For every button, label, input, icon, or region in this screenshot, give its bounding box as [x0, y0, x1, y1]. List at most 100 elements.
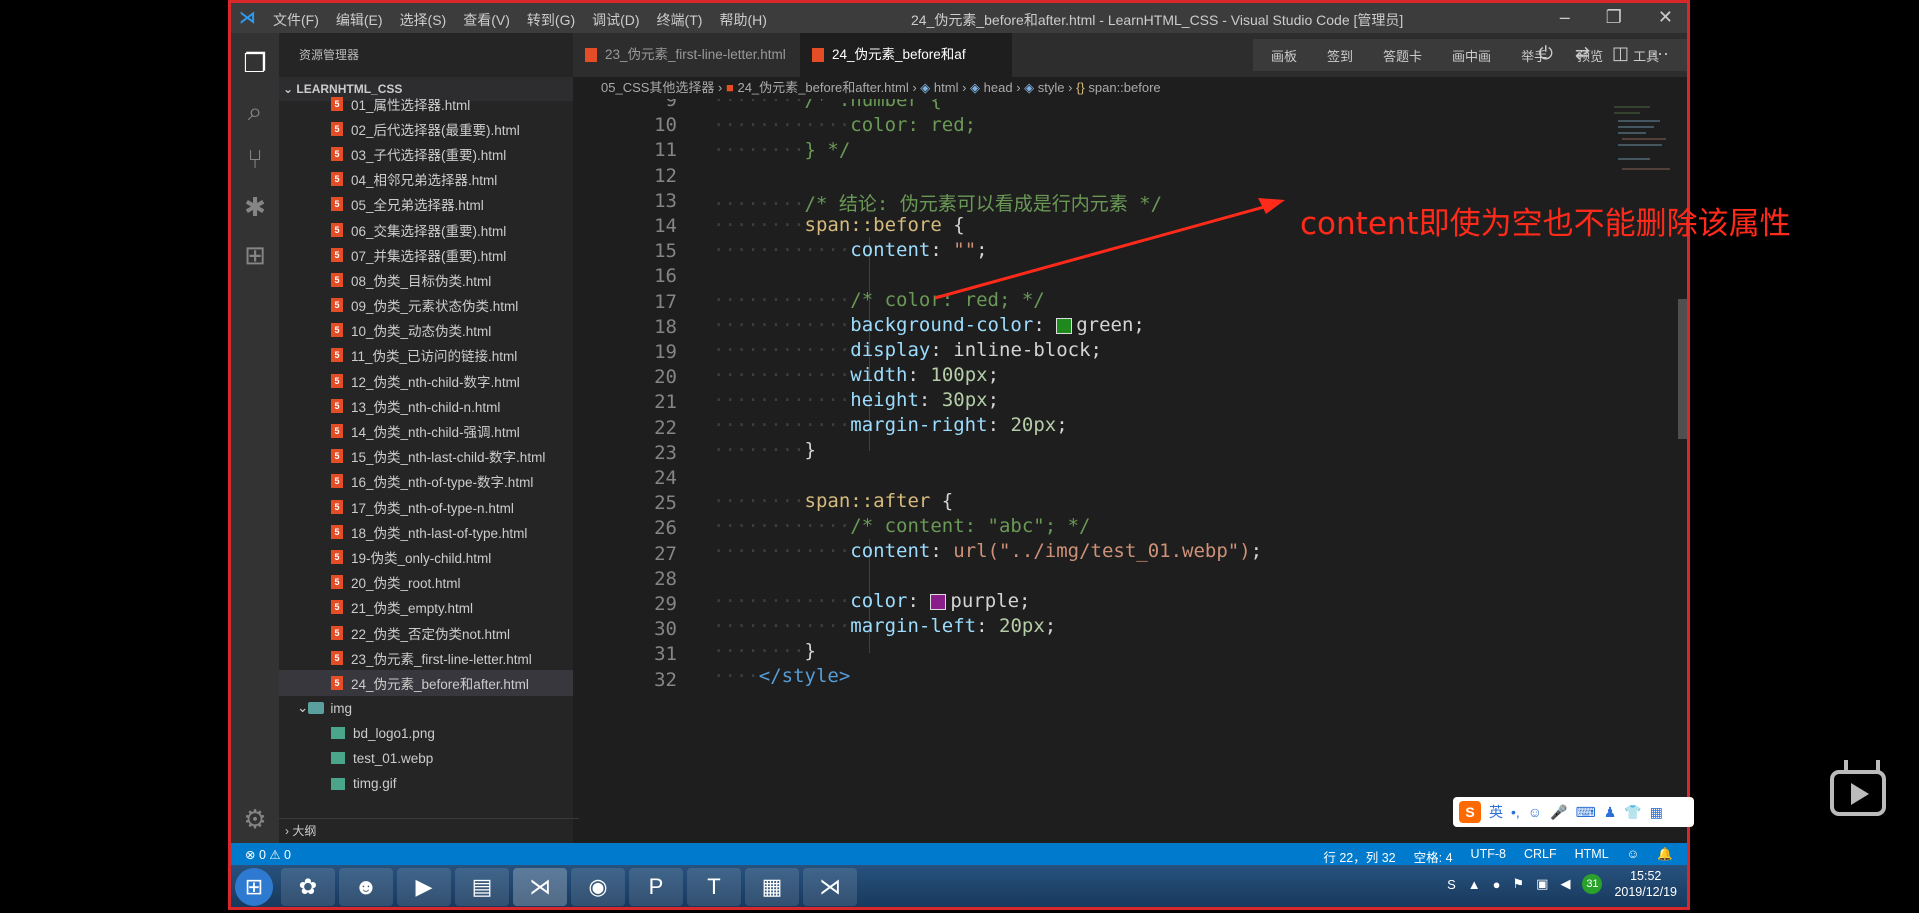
ime-shirt-icon[interactable]: 👕 [1624, 804, 1641, 821]
feedback-icon[interactable]: ☺ [1627, 847, 1640, 866]
minimize-icon[interactable]: – [1560, 7, 1570, 28]
crumb-rule[interactable]: span::before [1088, 80, 1160, 95]
language-mode[interactable]: HTML [1575, 847, 1609, 866]
file-item[interactable]: 5 08_伪类_目标伪类.html [279, 267, 573, 292]
encoding[interactable]: UTF-8 [1471, 847, 1506, 866]
taskbar-vscode2-icon[interactable]: ⋊ [803, 868, 857, 906]
more-actions-icon[interactable]: ··· [1651, 43, 1669, 64]
menu-view[interactable]: 查看(V) [463, 10, 510, 30]
taskbar-typora-icon[interactable]: T [687, 868, 741, 906]
file-item[interactable]: 5 05_全兄弟选择器.html [279, 192, 573, 217]
taskbar-folder-icon[interactable]: ▤ [455, 868, 509, 906]
taskbar-media-icon[interactable]: ▶ [397, 868, 451, 906]
tab-24-before-after[interactable]: 24_伪元素_before和af [800, 33, 1012, 77]
outline-section[interactable]: › 大纲 [279, 818, 579, 843]
tray-badge[interactable]: 31 [1582, 874, 1603, 894]
file-item[interactable]: 5 03_子代选择器(重要).html [279, 141, 573, 166]
video-player-icon[interactable] [1830, 770, 1886, 816]
file-item[interactable]: 5 18_伪类_nth-last-of-type.html [279, 519, 573, 544]
toolbar-whiteboard[interactable]: 画板 [1271, 46, 1297, 65]
image-file-item[interactable]: bd_logo1.png [279, 721, 573, 746]
taskbar-powerpoint-icon[interactable]: P [629, 868, 683, 906]
file-item[interactable]: 5 04_相邻兄弟选择器.html [279, 167, 573, 192]
menu-go[interactable]: 转到(G) [527, 10, 575, 30]
file-item[interactable]: 5 12_伪类_nth-child-数字.html [279, 368, 573, 393]
file-item[interactable]: 5 02_后代选择器(最重要).html [279, 116, 573, 141]
file-item[interactable]: 5 24_伪元素_before和after.html [279, 670, 573, 696]
ime-mode[interactable]: 英 [1489, 802, 1503, 822]
tray-record-icon[interactable]: ● [1493, 877, 1501, 892]
power-icon[interactable]: ⏻ [1539, 43, 1553, 64]
taskbar-app-icon[interactable]: ✿ [281, 868, 335, 906]
file-item[interactable]: 5 14_伪类_nth-child-强调.html [279, 418, 573, 443]
taskbar-avatar-icon[interactable]: ☻ [339, 868, 393, 906]
color-swatch-purple[interactable] [930, 593, 947, 610]
file-item[interactable]: 5 15_伪类_nth-last-child-数字.html [279, 444, 573, 469]
tray-expand-icon[interactable]: ▲ [1468, 877, 1481, 892]
menu-help[interactable]: 帮助(H) [719, 10, 766, 30]
tray-volume-icon[interactable]: ◀ [1560, 876, 1570, 892]
menu-file[interactable]: 文件(F) [273, 10, 319, 30]
file-item[interactable]: 5 17_伪类_nth-of-type-n.html [279, 494, 573, 519]
file-item[interactable]: 5 11_伪类_已访问的链接.html [279, 343, 573, 368]
tray-flag-icon[interactable]: ⚑ [1512, 876, 1524, 892]
file-item[interactable]: 5 23_伪元素_first-line-letter.html [279, 645, 573, 670]
line-ending[interactable]: CRLF [1524, 847, 1557, 866]
crumb-style[interactable]: style [1038, 80, 1065, 95]
crumb-file[interactable]: 24_伪元素_before和after.html [737, 80, 908, 95]
ime-keyboard-icon[interactable]: ⌨ [1576, 804, 1596, 821]
start-button-icon[interactable]: ⊞ [235, 868, 273, 906]
taskbar-vscode-icon[interactable]: ⋊ [513, 868, 567, 906]
restore-icon[interactable]: ❐ [1606, 7, 1622, 28]
ime-punct-icon[interactable]: •, [1511, 804, 1520, 820]
file-item[interactable]: 5 22_伪类_否定伪类not.html [279, 620, 573, 645]
file-item[interactable]: 5 07_并集选择器(重要).html [279, 242, 573, 267]
editor-scrollbar[interactable] [1678, 299, 1687, 439]
crumb-html[interactable]: html [934, 80, 959, 95]
close-icon[interactable]: ✕ [1658, 7, 1673, 28]
file-item[interactable]: 5 10_伪类_动态伪类.html [279, 318, 573, 343]
image-file-item[interactable]: test_01.webp [279, 746, 573, 771]
ime-grid-icon[interactable]: ▦ [1650, 804, 1663, 821]
tray-network-icon[interactable]: ▣ [1536, 876, 1548, 892]
crumb-head[interactable]: head [984, 80, 1013, 95]
toolbar-pip[interactable]: 画中画 [1452, 46, 1491, 65]
folder-item-img[interactable]: ⌄ img [279, 696, 573, 721]
menu-selection[interactable]: 选择(S) [400, 10, 447, 30]
ime-voice-icon[interactable]: 🎤 [1550, 804, 1567, 821]
file-item[interactable]: 5 06_交集选择器(重要).html [279, 217, 573, 242]
file-item[interactable]: 5 20_伪类_root.html [279, 570, 573, 595]
sogou-tray-icon[interactable]: S [1447, 877, 1456, 892]
source-control-icon[interactable]: ⑂ [239, 143, 271, 175]
color-swatch-green[interactable] [1056, 317, 1073, 334]
clock[interactable]: 15:52 2019/12/19 [1614, 868, 1677, 900]
file-item[interactable]: 5 16_伪类_nth-of-type-数字.html [279, 469, 573, 494]
menu-terminal[interactable]: 终端(T) [657, 10, 703, 30]
image-file-item[interactable]: timg.gif [279, 771, 573, 796]
menu-debug[interactable]: 调试(D) [592, 10, 639, 30]
taskbar-image-app-icon[interactable]: ▦ [745, 868, 799, 906]
taskbar-chrome-icon[interactable]: ◉ [571, 868, 625, 906]
ime-emoji-icon[interactable]: ☺ [1528, 804, 1542, 820]
minimap[interactable] [1610, 99, 1680, 209]
settings-gear-icon[interactable]: ⚙ [239, 803, 271, 835]
extensions-icon[interactable]: ⊞ [239, 239, 271, 271]
explorer-icon[interactable]: ❐ [239, 47, 271, 79]
file-item[interactable]: 5 01_属性选择器.html [279, 91, 573, 116]
tab-23-first-line-letter[interactable]: 23_伪元素_first-line-letter.html [573, 33, 800, 77]
compare-icon[interactable]: ⇄ [1575, 43, 1590, 64]
file-item[interactable]: 5 21_伪类_empty.html [279, 595, 573, 620]
indentation[interactable]: 空格: 4 [1414, 847, 1453, 866]
debug-icon[interactable]: ✱ [239, 191, 271, 223]
file-item[interactable]: 5 19-伪类_only-child.html [279, 544, 573, 569]
crumb-folder[interactable]: 05_CSS其他选择器 [601, 80, 714, 95]
problems-indicator[interactable]: ⊗ 0 ⚠ 0 [245, 847, 291, 862]
file-item[interactable]: 5 09_伪类_元素状态伪类.html [279, 293, 573, 318]
menu-edit[interactable]: 编辑(E) [336, 10, 383, 30]
cursor-position[interactable]: 行 22，列 32 [1323, 847, 1395, 866]
search-icon[interactable]: ⌕ [239, 95, 271, 127]
file-item[interactable]: 5 13_伪类_nth-child-n.html [279, 393, 573, 418]
toolbar-answer-card[interactable]: 答题卡 [1383, 46, 1422, 65]
split-editor-icon[interactable]: ◫ [1612, 43, 1629, 64]
toolbar-signin[interactable]: 签到 [1327, 46, 1353, 65]
